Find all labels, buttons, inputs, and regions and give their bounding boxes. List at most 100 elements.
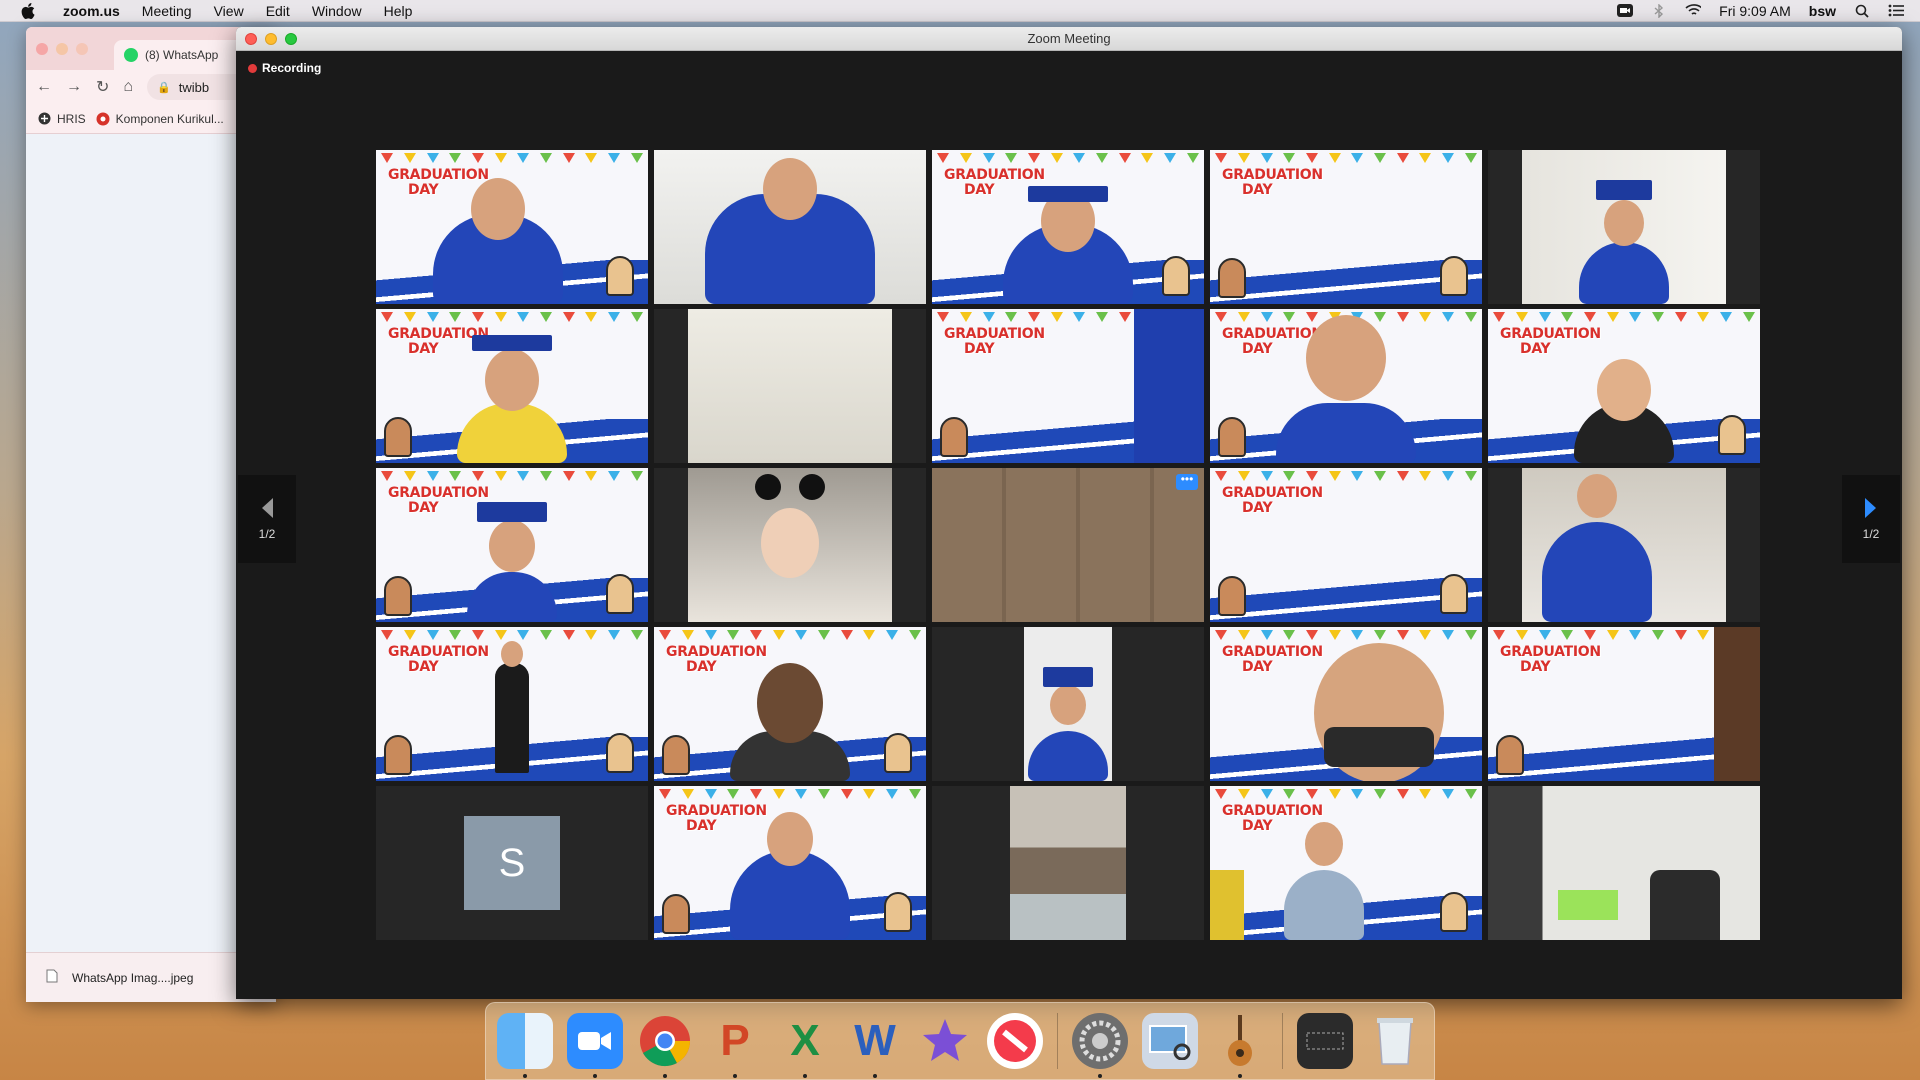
video-tile[interactable]: GRADUATION DAY [1210, 627, 1482, 781]
graduation-day-text: GRADUATION DAY [1222, 485, 1323, 516]
zoom-status-icon[interactable] [1617, 4, 1634, 18]
back-arrow-icon[interactable]: ← [36, 78, 52, 96]
video-tile[interactable] [1488, 786, 1760, 940]
chevron-left-icon [262, 498, 273, 518]
menu-meeting[interactable]: Meeting [131, 0, 203, 22]
video-tile-camera-off[interactable]: S [376, 786, 648, 940]
menu-edit[interactable]: Edit [255, 0, 301, 22]
finder-app-icon[interactable] [497, 1013, 553, 1078]
chrome-tab-title: (8) WhatsApp [145, 48, 219, 62]
menu-app-name[interactable]: zoom.us [52, 0, 131, 22]
video-tile[interactable] [932, 627, 1204, 781]
menubar-clock[interactable]: Fri 9:09 AM [1719, 3, 1791, 19]
video-tile[interactable]: GRADUATION DAY [654, 786, 926, 940]
video-tile[interactable]: GRADUATION DAY [1210, 309, 1482, 463]
graduation-day-text: GRADUATION DAY [1222, 644, 1323, 675]
chrome-zoom-button[interactable] [76, 42, 88, 55]
graduation-day-text: GRADUATION DAY [1222, 167, 1323, 198]
menu-view[interactable]: View [203, 0, 255, 22]
chrome-minimize-button[interactable] [56, 42, 68, 55]
imovie-app-icon[interactable] [917, 1013, 973, 1069]
video-tile[interactable] [1488, 150, 1760, 304]
dock-separator [1282, 1013, 1283, 1069]
bookmark-komponen-label: Komponen Kurikul... [115, 111, 224, 126]
bookmark-komponen[interactable]: Komponen Kurikul... [96, 112, 224, 126]
download-item[interactable]: WhatsApp Imag....jpeg [72, 971, 193, 985]
chrome-app-icon[interactable] [637, 1013, 693, 1078]
participant-avatar: S [464, 816, 560, 910]
menu-window[interactable]: Window [301, 0, 373, 22]
news-app-icon[interactable] [987, 1013, 1043, 1069]
graduation-day-text: GRADUATION DAY [388, 644, 489, 675]
menu-help[interactable]: Help [373, 0, 424, 22]
screenshot-app-icon[interactable] [1297, 1013, 1353, 1069]
video-tile[interactable]: ••• [932, 468, 1204, 622]
menubar-user[interactable]: bsw [1809, 3, 1836, 19]
apple-menu-icon[interactable] [20, 2, 36, 19]
video-tile[interactable]: GRADUATION DAY [1210, 150, 1482, 304]
recording-label: Recording [262, 61, 322, 75]
recording-dot-icon [248, 63, 257, 73]
zoom-title-bar: Zoom Meeting [236, 27, 1902, 51]
video-tile[interactable] [654, 309, 926, 463]
chrome-tab-whatsapp[interactable]: (8) WhatsApp [114, 40, 254, 70]
video-tile[interactable]: GRADUATION DAY [1488, 627, 1760, 781]
chrome-close-button[interactable] [36, 42, 48, 55]
video-tile[interactable]: GRADUATION DAY [376, 468, 648, 622]
video-tile[interactable]: GRADUATION DAY [376, 309, 648, 463]
graduation-day-text: GRADUATION DAY [1500, 326, 1601, 357]
preview-app-icon[interactable] [1142, 1013, 1198, 1069]
forward-arrow-icon[interactable]: → [66, 78, 82, 96]
video-tile-active-speaker[interactable]: GRADUATION DAY [376, 627, 648, 781]
excel-app-icon[interactable]: X [777, 1013, 833, 1078]
video-tile[interactable]: GRADUATION DAY [932, 309, 1204, 463]
video-tile[interactable]: GRADUATION DAY [1210, 468, 1482, 622]
previous-page-button[interactable]: 1/2 [238, 475, 296, 563]
powerpoint-app-icon[interactable]: P [707, 1013, 763, 1078]
video-tile[interactable]: GRADUATION DAY [1210, 786, 1482, 940]
video-tile[interactable] [654, 150, 926, 304]
recording-indicator[interactable]: Recording [248, 61, 321, 75]
garageband-app-icon[interactable] [1212, 1013, 1268, 1078]
page-indicator-right: 1/2 [1862, 527, 1880, 541]
next-page-button[interactable]: 1/2 [1842, 475, 1900, 563]
gallery-grid: GRADUATION DAY GRADUATION DAY GRADUATION DA… [376, 150, 1760, 940]
participant-options-button[interactable]: ••• [1176, 473, 1198, 490]
graduation-day-text: GRADUATION DAY [944, 326, 1045, 357]
dock: P X W [485, 1002, 1435, 1080]
video-tile[interactable]: GRADUATION DAY [1488, 309, 1760, 463]
video-tile[interactable]: GRADUATION DAY [376, 150, 648, 304]
page-indicator-left: 1/2 [258, 527, 276, 541]
word-app-icon[interactable]: W [847, 1013, 903, 1078]
whatsapp-icon [124, 48, 138, 62]
video-tile[interactable]: GRADUATION DAY [654, 627, 926, 781]
zoom-close-button[interactable] [245, 32, 257, 45]
notification-center-icon[interactable] [1888, 4, 1904, 18]
video-tile[interactable] [654, 468, 926, 622]
reload-icon[interactable]: ↻ [96, 77, 109, 97]
zoom-minimize-button[interactable] [265, 32, 277, 45]
bluetooth-icon[interactable] [1651, 3, 1667, 18]
bookmark-hris[interactable]: HRIS [38, 112, 86, 126]
spotlight-search-icon[interactable] [1854, 4, 1870, 18]
video-tile[interactable]: GRADUATION DAY [932, 150, 1204, 304]
zoom-app-icon[interactable] [567, 1013, 623, 1078]
trash-icon[interactable] [1367, 1013, 1423, 1069]
home-icon[interactable]: ⌂ [123, 78, 133, 96]
bookmark-hris-label: HRIS [57, 111, 86, 126]
chevron-right-icon [1865, 498, 1876, 518]
video-tile[interactable] [932, 786, 1204, 940]
graduation-day-text: GRADUATION DAY [666, 803, 767, 834]
wifi-icon[interactable] [1685, 4, 1702, 18]
lock-icon: 🔒 [157, 81, 171, 94]
video-tile[interactable] [1488, 468, 1760, 622]
graduation-day-text: GRADUATION DAY [1500, 644, 1601, 675]
graduation-day-text: GRADUATION DAY [666, 644, 767, 675]
zoom-fullscreen-button[interactable] [285, 32, 297, 45]
menu-bar: zoom.us Meeting View Edit Window Help Fr… [0, 0, 1920, 22]
graduation-day-text: GRADUATION DAY [1222, 803, 1323, 834]
zoom-video-area: Recording 1/2 1/2 GRADUATION DAY GRADUAT… [236, 51, 1902, 999]
address-text: twibb [178, 79, 210, 95]
hris-icon [38, 112, 51, 125]
system-preferences-icon[interactable] [1072, 1013, 1128, 1078]
